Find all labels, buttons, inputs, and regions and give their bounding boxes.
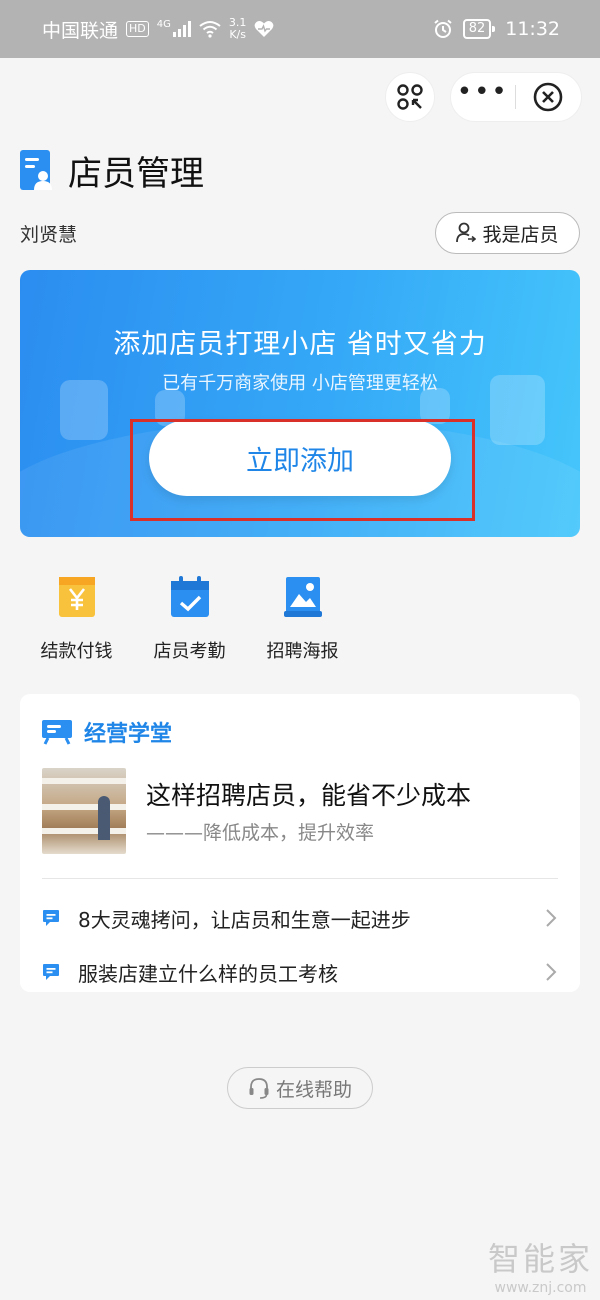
thumbnail-shelf	[42, 778, 126, 784]
watermark-url: www.znj.com	[494, 1280, 587, 1296]
poster-image-icon	[283, 577, 322, 617]
billboard-icon	[42, 720, 72, 745]
page-header: 店员管理	[20, 146, 204, 195]
shrink-button[interactable]	[385, 72, 435, 122]
quick-actions: 结款付钱 店员考勤 招聘海报	[20, 575, 359, 663]
more-dots-icon: •••	[456, 77, 509, 107]
yen-wallet-icon	[58, 577, 95, 617]
mini-program-capsule: •••	[450, 72, 582, 122]
hd-badge: HD	[126, 21, 149, 37]
chat-bubble-icon	[43, 910, 59, 926]
network-type-label: 4G	[156, 18, 171, 30]
watermark: 智能家 www.znj.com	[488, 1234, 593, 1296]
network-speed: 3.1 K/s	[228, 16, 247, 41]
featured-article-subtitle: ———降低成本，提升效率	[146, 822, 375, 844]
chevron-right-icon	[546, 909, 557, 927]
user-name: 刘贤慧	[20, 224, 78, 246]
article-link-text: 服装店建立什么样的员工考核	[78, 961, 338, 986]
thumbnail-shelf	[42, 804, 126, 810]
headset-icon	[249, 1078, 269, 1099]
battery-level: 82	[462, 19, 495, 39]
i-am-clerk-button[interactable]: 我是店员	[435, 212, 580, 254]
action-label: 招聘海报	[266, 641, 339, 662]
thumbnail-person	[98, 796, 110, 840]
watermark-title: 智能家	[488, 1240, 594, 1278]
status-bar: 中国联通 HD 4G 3.1 K/s 82 11:32	[0, 0, 600, 58]
carrier-label: 中国联通	[42, 19, 119, 42]
close-icon	[533, 82, 563, 112]
calendar-check-icon	[170, 576, 209, 617]
heart-rate-icon	[255, 21, 274, 37]
chevron-right-icon	[546, 963, 557, 981]
banner-title: 添加店员打理小店 省时又省力	[113, 329, 487, 360]
action-label: 店员考勤	[153, 641, 226, 662]
thumbnail-shelf	[42, 828, 126, 834]
action-label: 结款付钱	[40, 641, 113, 662]
online-help-button[interactable]: 在线帮助	[227, 1067, 373, 1109]
banner-subtitle: 已有千万商家使用 小店管理更轻松	[162, 373, 438, 394]
more-button[interactable]: •••	[451, 79, 515, 105]
page-title: 店员管理	[68, 154, 204, 194]
clock: 11:32	[505, 18, 560, 40]
card-divider	[42, 878, 558, 879]
article-link-row[interactable]: 8大灵魂拷问，让店员和生意一起进步	[42, 900, 558, 936]
alarm-icon	[434, 19, 452, 38]
academy-header: 经营学堂	[42, 716, 172, 748]
academy-card: 经营学堂 这样招聘店员，能省不少成本 ———降低成本，提升效率 8大灵魂拷问，让…	[20, 694, 580, 992]
chat-bubble-icon	[43, 964, 59, 980]
clerk-card-icon	[20, 149, 52, 190]
online-help-label: 在线帮助	[275, 1078, 352, 1101]
action-attendance[interactable]: 店员考勤	[133, 575, 246, 663]
wifi-icon	[199, 21, 221, 38]
user-switch-icon	[456, 222, 477, 243]
article-link-text: 8大灵魂拷问，让店员和生意一起进步	[78, 907, 411, 932]
academy-title: 经营学堂	[84, 722, 173, 747]
article-thumbnail[interactable]	[42, 768, 126, 854]
collapse-arrows-icon	[397, 84, 423, 110]
close-button[interactable]	[516, 82, 582, 112]
action-pay[interactable]: 结款付钱	[20, 575, 133, 663]
article-link-row[interactable]: 服装店建立什么样的员工考核	[42, 954, 558, 990]
signal-icon	[172, 21, 191, 37]
i-am-clerk-label: 我是店员	[482, 223, 559, 246]
annotation-highlight-box	[130, 419, 475, 521]
action-poster[interactable]: 招聘海报	[246, 575, 359, 663]
featured-article-title[interactable]: 这样招聘店员，能省不少成本	[146, 776, 471, 812]
